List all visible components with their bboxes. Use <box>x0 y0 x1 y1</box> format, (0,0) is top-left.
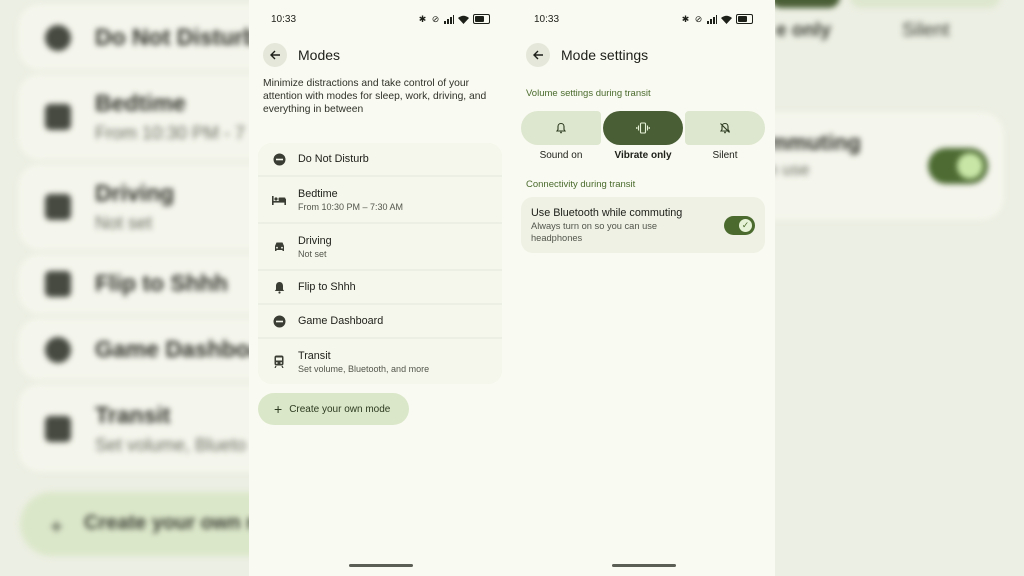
bluetooth-icon: ✱ <box>681 13 690 24</box>
status-time: 10:33 <box>271 13 297 25</box>
bluetooth-title: Use Bluetooth while commuting <box>531 207 683 219</box>
mode-title: Driving <box>298 234 332 247</box>
status-icons: ✱ ⊘ <box>418 14 490 24</box>
bg-bluetooth-title: mmuting <box>768 130 861 155</box>
page-title: Modes <box>298 47 341 63</box>
bed-icon <box>272 193 286 207</box>
gesture-bar[interactable] <box>612 564 676 567</box>
wifi-icon <box>458 15 469 24</box>
bg-item-transit: Transit Set volume, Blueto <box>45 402 246 456</box>
mode-title: Game Dashboard <box>298 315 384 327</box>
sound-on-label: Sound on <box>539 150 583 161</box>
mode-item-dnd[interactable]: Do Not Disturb <box>258 143 502 175</box>
plus-icon: + <box>274 401 283 417</box>
silent-label: Silent <box>712 150 738 161</box>
flip-phone-icon <box>45 270 71 297</box>
check-icon: ✓ <box>739 219 752 232</box>
bg-item-bedtime: Bedtime From 10:30 PM - 7 <box>45 90 245 144</box>
status-time: 10:33 <box>534 13 560 25</box>
bg-item-dnd: Do Not Disturb <box>45 24 257 51</box>
settings-header: Mode settings <box>526 43 648 67</box>
page-title: Mode settings <box>561 47 649 63</box>
mode-item-driving[interactable]: Driving Not set <box>258 224 502 269</box>
game-dashboard-icon <box>45 336 71 363</box>
arrow-back-icon <box>533 50 543 60</box>
mute-icon: ⊘ <box>694 13 703 24</box>
modes-screen: 10:33 ✱ ⊘ Modes Minimize distractions an… <box>249 0 512 576</box>
bg-item-subtitle: Not set <box>95 213 153 233</box>
create-mode-button[interactable]: + Create your own mode <box>258 393 409 425</box>
bg-item-flip: Flip to Shhh <box>45 270 228 297</box>
bg-item-title: Transit <box>95 402 171 428</box>
gesture-bar[interactable] <box>349 564 413 567</box>
bg-item-title: Bedtime <box>95 90 186 116</box>
battery-icon <box>473 14 490 24</box>
status-icons: ✱ ⊘ <box>681 14 753 24</box>
status-bar: 10:33 ✱ ⊘ <box>534 12 753 26</box>
game-dashboard-icon <box>272 314 286 328</box>
modes-intro: Minimize distractions and take control o… <box>263 78 487 115</box>
status-bar: 10:33 ✱ ⊘ <box>271 12 490 26</box>
mute-icon: ⊘ <box>431 13 440 24</box>
signal-icon <box>444 14 454 24</box>
bg-silent-label: Silent <box>902 20 950 41</box>
wifi-icon <box>721 15 732 24</box>
bluetooth-subtitle: Always turn on so you can use headphones <box>531 221 658 243</box>
vibrate-icon <box>636 122 650 134</box>
back-button[interactable] <box>526 43 550 67</box>
car-icon <box>45 194 71 220</box>
bell-off-icon <box>719 122 731 134</box>
mode-title: Bedtime <box>298 187 338 200</box>
battery-icon <box>736 14 753 24</box>
arrow-back-icon <box>270 50 280 60</box>
mode-item-game[interactable]: Game Dashboard <box>258 305 502 337</box>
bg-item-title: Driving <box>95 180 175 206</box>
bg-segment <box>850 0 1000 8</box>
create-mode-label: Create your own mode <box>289 403 391 415</box>
bg-vibrate-label: e only <box>776 20 831 41</box>
volume-segmented-control <box>521 111 765 145</box>
train-icon <box>45 416 71 442</box>
car-icon <box>272 240 286 254</box>
bg-item-driving: Driving Not set <box>45 180 174 234</box>
bluetooth-icon: ✱ <box>418 13 427 24</box>
back-button[interactable] <box>263 43 287 67</box>
mode-item-flip[interactable]: Flip to Shhh <box>258 271 502 303</box>
vibrate-only-option[interactable] <box>603 111 683 145</box>
signal-icon <box>707 14 717 24</box>
bluetooth-setting[interactable]: Use Bluetooth while commuting Always tur… <box>521 197 765 253</box>
volume-option-labels: Sound on Vibrate only Silent <box>521 150 765 161</box>
volume-section-label: Volume settings during transit <box>526 88 651 99</box>
connectivity-section-label: Connectivity during transit <box>526 179 636 190</box>
silent-option[interactable] <box>685 111 765 145</box>
sound-on-option[interactable] <box>521 111 601 145</box>
bell-icon <box>555 122 567 134</box>
mode-subtitle: From 10:30 PM – 7:30 AM <box>298 201 404 212</box>
mode-title: Transit <box>298 349 331 362</box>
mode-item-bedtime[interactable]: Bedtime From 10:30 PM – 7:30 AM <box>258 177 502 222</box>
plus-icon: + <box>50 514 63 539</box>
bg-item-title: Flip to Shhh <box>95 270 228 296</box>
bg-item-subtitle: From 10:30 PM - 7 <box>95 123 246 143</box>
bg-item-title: Do Not Disturb <box>95 24 258 50</box>
bg-selected-segment <box>770 0 840 8</box>
modes-list: Do Not Disturb Bedtime From 10:30 PM – 7… <box>258 143 502 384</box>
flip-phone-icon <box>272 280 286 294</box>
bg-create-label: Create your own m <box>84 512 265 534</box>
mode-subtitle: Not set <box>298 248 327 259</box>
train-icon <box>272 355 286 369</box>
mode-title: Do Not Disturb <box>298 153 369 165</box>
vibrate-only-label: Vibrate only <box>614 150 672 161</box>
bed-icon <box>45 104 71 130</box>
bg-bluetooth-toggle <box>928 148 988 184</box>
mode-settings-screen: 10:33 ✱ ⊘ Mode settings Volume settings … <box>512 0 775 576</box>
mode-subtitle: Set volume, Bluetooth, and more <box>298 363 430 374</box>
dnd-icon <box>272 152 286 166</box>
mode-item-transit[interactable]: Transit Set volume, Bluetooth, and more <box>258 339 502 384</box>
dnd-icon <box>45 24 71 51</box>
modes-header: Modes <box>263 43 340 67</box>
mode-title: Flip to Shhh <box>298 281 356 293</box>
bg-item-subtitle: Set volume, Blueto <box>95 435 247 455</box>
bluetooth-toggle[interactable]: ✓ <box>724 216 755 235</box>
